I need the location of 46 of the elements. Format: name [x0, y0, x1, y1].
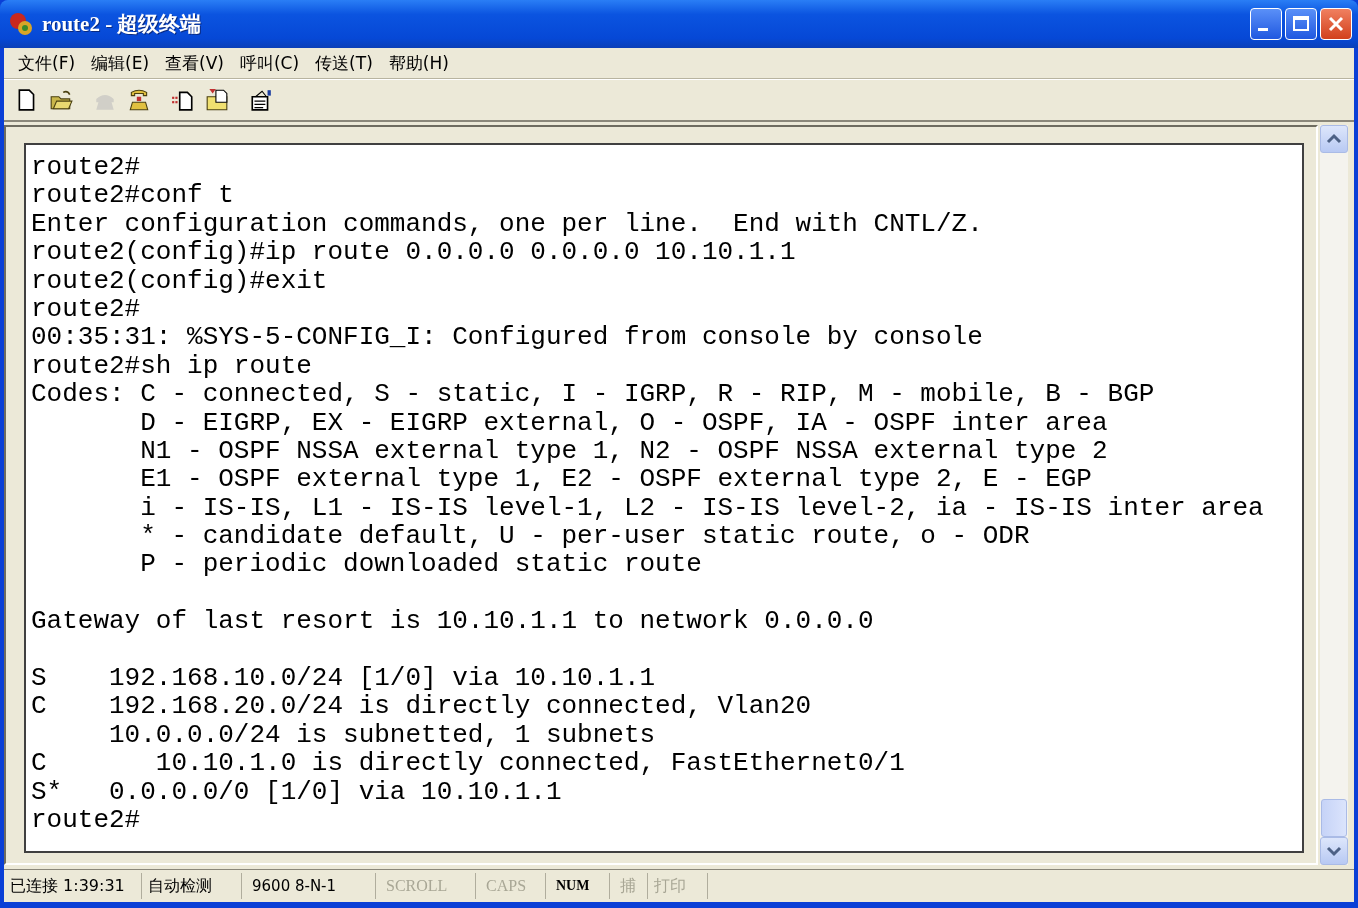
- status-text: NUM: [546, 873, 610, 899]
- menu-item[interactable]: 帮助(H): [382, 49, 455, 77]
- terminal-line: route2#sh ip route: [31, 351, 313, 381]
- scroll-thumb[interactable]: [1321, 799, 1347, 837]
- terminal-line: D - EIGRP, EX - EIGRP external, O - OSPF, IA - OSPF inter area: [139, 408, 1109, 437]
- status-text: 自动检测: [142, 873, 242, 899]
- terminal-line: route2#: [31, 294, 142, 324]
- terminal-line: P - periodic downloaded static route: [139, 550, 703, 579]
- minimize-icon: [1258, 27, 1268, 31]
- terminal-line: route2#: [31, 806, 142, 835]
- close-button[interactable]: [1320, 8, 1352, 40]
- terminal-line: E1 - OSPF external type 1, E2 - OSPF external type 2, E - EGP: [139, 465, 1093, 494]
- status-text: SCROLL: [376, 873, 476, 899]
- terminal-line: Codes: C - connected, S - static, I - IGRP, R - RIP, M - mobile, B - BGP: [31, 380, 1156, 409]
- terminal-line: * - candidate default, U - per-user static route, o - ODR: [139, 522, 1031, 551]
- status-text: 9600 8-N-1: [242, 873, 376, 899]
- terminal-line: 00:35:31: %SYS-5-CONFIG_I: Configured from console by console: [31, 323, 984, 352]
- menu-item[interactable]: 编辑(E): [85, 49, 156, 77]
- terminal-line: Gateway of last resort is 10.10.1.1 to network 0.0.0.0: [31, 607, 875, 636]
- terminal-line: Enter configuration commands, one per line. End with CNTL/Z.: [31, 209, 984, 239]
- status-text: 打印: [648, 873, 708, 899]
- terminal-line: route2#conf t: [31, 181, 235, 210]
- terminal-line: S* 0.0.0.0/0 [1/0] via 10.10.1.1: [31, 777, 563, 806]
- terminal-line: C 10.10.1.0 is directly connected, FastEthernet0/1: [31, 749, 906, 778]
- terminal-line: route2(config)#exit: [31, 266, 329, 295]
- scrollbar[interactable]: [1320, 125, 1348, 865]
- status-text: 已连接 1:39:31: [4, 873, 142, 899]
- terminal-line: C 192.168.20.0/24 is directly connected, Vlan20: [31, 692, 813, 721]
- maximize-button[interactable]: [1285, 8, 1317, 40]
- scroll-up-button[interactable]: [1320, 125, 1348, 153]
- status-text: CAPS: [476, 873, 546, 899]
- terminal-line: 10.0.0.0/24 is subnetted, 1 subnets: [108, 720, 657, 750]
- terminal-line: route2#: [31, 153, 142, 182]
- status-text: 捕: [610, 873, 648, 899]
- scroll-down-button[interactable]: [1320, 837, 1348, 865]
- terminal-line: S 192.168.10.0/24 [1/0] via 10.10.1.1: [31, 664, 657, 693]
- menu-item[interactable]: 传送(T): [309, 49, 379, 77]
- terminal-line: route2(config)#ip route 0.0.0.0 0.0.0.0 10.10.1.1: [31, 238, 797, 267]
- menu-item[interactable]: 查看(V): [159, 49, 230, 77]
- terminal-line: N1 - OSPF NSSA external type 1, N2 - OSPF NSSA external type 2: [139, 436, 1109, 466]
- minimize-button[interactable]: [1250, 8, 1282, 40]
- app-icon: [8, 11, 34, 37]
- menu-item[interactable]: 文件(F): [12, 49, 82, 77]
- terminal-line: i - IS-IS, L1 - IS-IS level-1, L2 - IS-IS level-2, ia - IS-IS inter area: [139, 493, 1265, 523]
- window-title: route2 - 超级终端: [42, 11, 203, 38]
- menu-item[interactable]: 呼叫(C): [233, 49, 306, 77]
